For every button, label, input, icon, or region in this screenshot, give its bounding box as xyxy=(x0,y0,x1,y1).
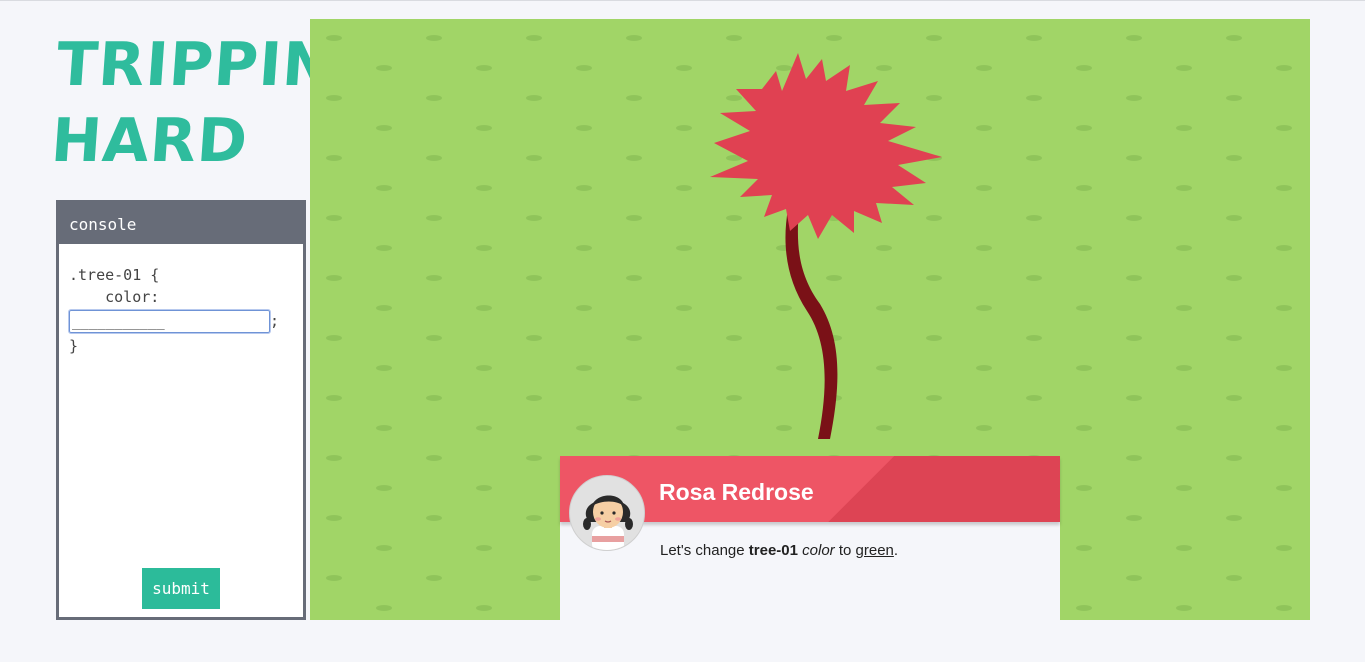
girl-avatar-icon xyxy=(583,495,633,550)
speaker-name: Rosa Redrose xyxy=(659,479,814,505)
rosa-avatar xyxy=(569,475,645,551)
message-value: green xyxy=(855,542,894,559)
message-middle: to xyxy=(834,542,856,559)
code-semicolon: ; xyxy=(270,312,280,330)
code-property-line: color: xyxy=(69,288,160,306)
color-value-input[interactable] xyxy=(68,309,271,334)
message-property: color xyxy=(802,542,835,559)
dialog-message: Let's change tree-01 color to green. xyxy=(660,542,898,559)
code-selector-line: .tree-01 { xyxy=(69,266,160,284)
message-selector: tree-01 xyxy=(748,542,798,559)
submit-button[interactable]: submit xyxy=(142,568,220,609)
code-close-brace: } xyxy=(69,337,79,355)
console-panel: console .tree-01 { color: ; } submit xyxy=(56,200,306,620)
dialog-box: Rosa Redrose Let's change tree-01 color … xyxy=(560,456,1060,620)
message-end: . xyxy=(893,542,899,559)
game-title-line2: HARD xyxy=(48,106,251,176)
console-header: console xyxy=(59,203,303,244)
code-input-line: ; xyxy=(68,308,303,335)
message-prefix: Let's change xyxy=(660,542,749,559)
code-editor: .tree-01 { color: ; } xyxy=(59,244,303,357)
